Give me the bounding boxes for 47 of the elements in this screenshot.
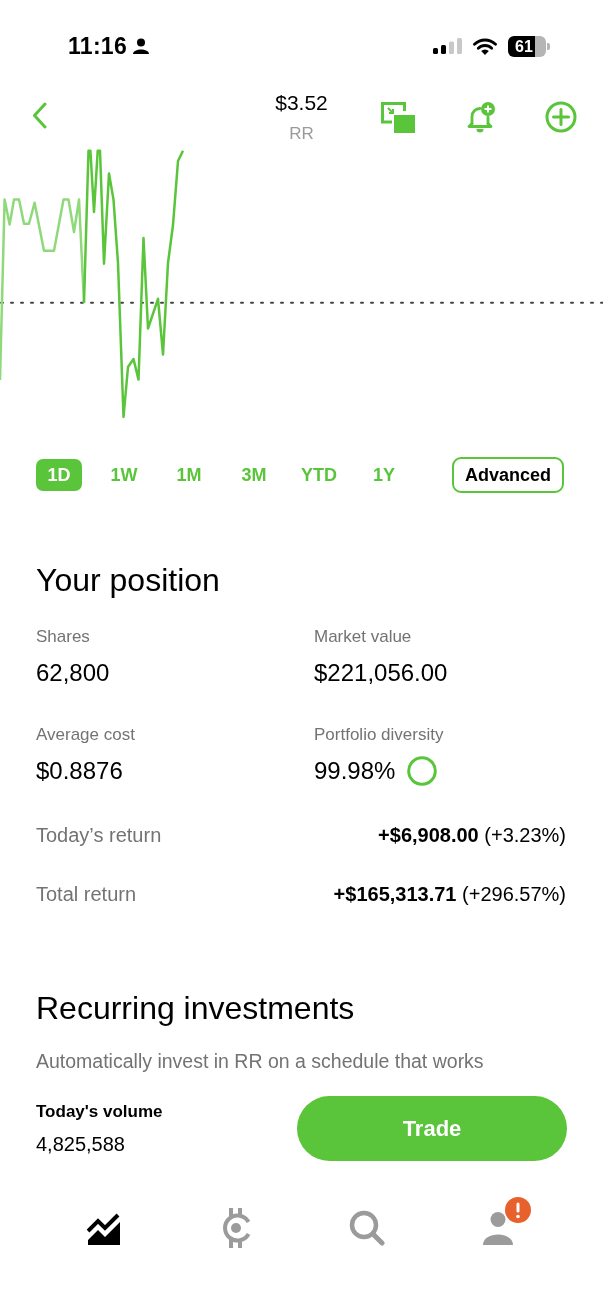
- add-button[interactable]: [545, 101, 577, 133]
- wifi-icon: [473, 37, 497, 55]
- section-title: Recurring investments: [35, 989, 356, 1028]
- status-time: 11:16: [68, 32, 128, 60]
- volume-value: 4,825,588: [36, 1131, 126, 1157]
- stat-label: Average cost: [36, 724, 136, 746]
- picture-in-picture-button[interactable]: [381, 101, 415, 133]
- area-chart-icon: [86, 1211, 121, 1245]
- section-title: Your position: [35, 561, 221, 600]
- timeframe-tab[interactable]: 1Y: [361, 459, 407, 491]
- battery-indicator: 61: [508, 35, 550, 57]
- stat-value: $221,056.00: [314, 658, 448, 688]
- search-icon: [349, 1210, 386, 1246]
- diversity-ring-icon: [407, 756, 438, 786]
- return-label: Today’s return: [36, 823, 162, 847]
- signal-icon: [433, 38, 462, 54]
- stat-value: 62,800: [36, 658, 110, 688]
- stat-label: Portfolio diversity: [314, 724, 445, 746]
- investing-tab[interactable]: [86, 1211, 121, 1245]
- account-tab[interactable]: [483, 1211, 516, 1245]
- timeframe-tab[interactable]: YTD: [296, 459, 342, 491]
- stat-label: Market value: [314, 626, 413, 648]
- volume-label: Today's volume: [36, 1100, 163, 1123]
- stat-value: 99.98%: [314, 756, 396, 786]
- picture-in-picture-icon: [381, 101, 415, 133]
- timeframe-tab[interactable]: 1D: [36, 459, 82, 491]
- stat-label: Shares: [36, 626, 91, 648]
- person-icon: [483, 1211, 516, 1245]
- timeframe-tab[interactable]: 1W: [101, 459, 147, 491]
- section-description: Automatically invest in RR on a schedule that works: [35, 1049, 485, 1074]
- bell-add-icon: [465, 101, 495, 133]
- trade-button[interactable]: Trade: [297, 1096, 567, 1161]
- stat-value: $0.8876: [36, 756, 123, 786]
- return-value: +$165,313.71 (+296.57%): [333, 882, 566, 906]
- add-alert-button[interactable]: [465, 101, 495, 133]
- advanced-button[interactable]: Advanced: [452, 457, 564, 493]
- search-tab[interactable]: [349, 1210, 386, 1246]
- stock-symbol: RR: [289, 123, 314, 145]
- return-value: +$6,908.00 (+3.23%): [378, 823, 566, 847]
- timeframe-tab[interactable]: 1M: [166, 459, 212, 491]
- chevron-left-icon: [32, 102, 47, 129]
- person-icon: [133, 38, 150, 54]
- timeframe-tab[interactable]: 3M: [231, 459, 277, 491]
- return-label: Total return: [36, 882, 137, 906]
- stock-price: $3.52: [275, 90, 328, 116]
- add-icon: [545, 101, 577, 133]
- back-button[interactable]: [32, 102, 47, 129]
